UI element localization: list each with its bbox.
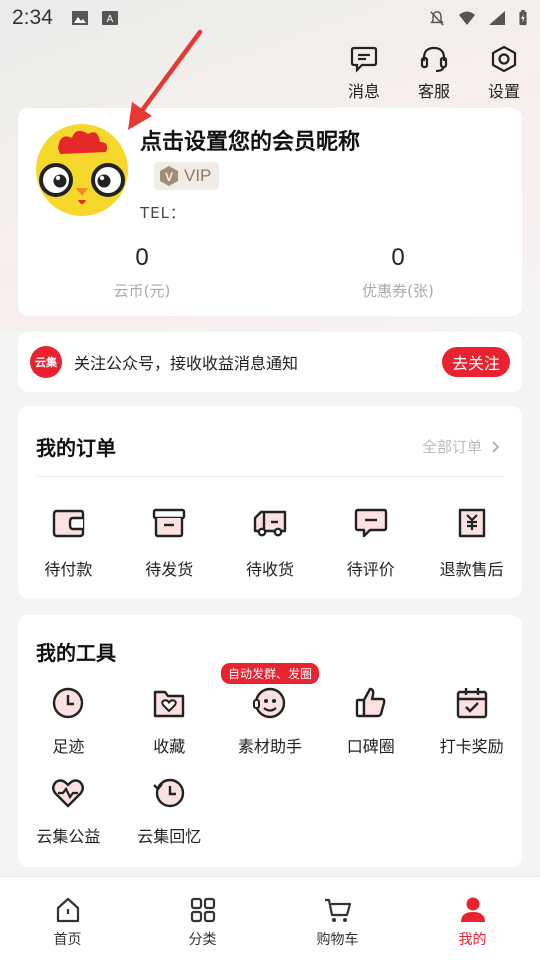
battery-icon	[519, 10, 527, 26]
pending-shipment-button[interactable]: 待发货	[119, 506, 220, 580]
tools-grid: 足迹 收藏 自动发群、发圈 素材助手 口碑圈 打卡奖励 云集公益 云集回忆	[18, 663, 522, 865]
orders-card: 我的订单 全部订单 待付款 待发货 待收货 待评价 退款售后	[18, 406, 522, 598]
home-icon	[56, 897, 79, 923]
favorites-button[interactable]: 收藏	[119, 685, 220, 775]
assistant-icon	[252, 687, 286, 719]
pending-shipment-label: 待发货	[145, 560, 194, 579]
tab-mine[interactable]: 我的	[405, 877, 540, 960]
stats-row: 0 云币(元) 0 优惠券(张)	[18, 244, 522, 301]
messages-label: 消息	[347, 82, 380, 101]
calendar-check-icon	[456, 688, 487, 719]
follow-text: 关注公众号，接收收益消息通知	[74, 354, 299, 373]
favorite-folder-icon	[153, 690, 185, 718]
vip-badge: V VIP	[154, 162, 220, 190]
vip-hexagon-icon: V	[160, 166, 178, 186]
coupon-label: 优惠券(张)	[362, 282, 434, 300]
package-icon	[152, 508, 186, 538]
comment-icon	[354, 508, 387, 538]
tools-title: 我的工具	[36, 641, 116, 665]
coupon-value: 0	[391, 244, 405, 271]
cloud-coin-label: 云币(元)	[113, 282, 171, 300]
settings-button[interactable]: 设置	[478, 44, 530, 102]
cloud-coin-stat[interactable]: 0 云币(元)	[18, 244, 274, 301]
refund-aftersales-label: 退款售后	[439, 560, 504, 579]
tools-card: 我的工具 足迹 收藏 自动发群、发圈 素材助手 口碑圈 打卡奖励 云集公益 云集…	[18, 615, 522, 867]
pending-payment-label: 待付款	[44, 560, 93, 579]
memories-button[interactable]: 云集回忆	[119, 775, 220, 865]
status-time: 2:34	[12, 6, 53, 29]
header-actions: 消息 客服 设置	[338, 44, 530, 102]
tel-label: TEL：	[140, 204, 186, 222]
arrow-annotation	[128, 29, 203, 130]
message-icon	[350, 46, 378, 73]
charity-label: 云集公益	[36, 827, 101, 846]
orders-divider	[36, 476, 504, 477]
vip-label: VIP	[184, 166, 212, 185]
refund-icon	[458, 508, 485, 538]
auto-post-tag: 自动发群、发圈	[220, 663, 319, 684]
truck-icon	[253, 510, 287, 537]
svg-text:A: A	[107, 14, 114, 25]
heart-icon	[52, 779, 85, 808]
all-orders-link[interactable]: 全部订单	[422, 436, 500, 457]
bottom-tab-bar: 首页 分类 购物车 我的	[0, 876, 540, 960]
signal-icon	[489, 11, 505, 25]
chevron-right-icon	[492, 440, 500, 453]
gallery-notification-icon	[71, 11, 88, 25]
order-status-row: 待付款 待发货 待收货 待评价 退款售后	[18, 506, 522, 580]
material-assistant-label: 素材助手	[237, 737, 302, 756]
messages-button[interactable]: 消息	[338, 44, 390, 102]
tab-cart-label: 购物车	[316, 932, 359, 948]
settings-label: 设置	[487, 82, 520, 101]
avatar[interactable]	[36, 124, 128, 216]
follow-banner: 云集 关注公众号，接收收益消息通知 去关注	[18, 332, 522, 392]
tab-home-label: 首页	[53, 932, 82, 948]
memories-label: 云集回忆	[137, 827, 202, 846]
mute-bell-icon	[430, 11, 444, 26]
refund-aftersales-button[interactable]: 退款售后	[421, 506, 522, 580]
tab-mine-label: 我的	[458, 932, 487, 948]
yunji-logo: 云集	[30, 346, 62, 378]
wifi-icon	[459, 11, 475, 25]
tab-cart[interactable]: 购物车	[270, 877, 405, 960]
clock-icon	[53, 687, 84, 719]
checkin-reward-label: 打卡奖励	[439, 737, 504, 756]
tab-home[interactable]: 首页	[0, 877, 135, 960]
favorites-label: 收藏	[153, 737, 186, 756]
thumbs-up-icon	[355, 687, 386, 718]
settings-icon	[491, 45, 517, 73]
orders-title: 我的订单	[36, 436, 116, 460]
checkin-reward-button[interactable]: 打卡奖励	[421, 685, 522, 775]
cart-icon	[324, 898, 351, 922]
charity-button[interactable]: 云集公益	[18, 775, 119, 865]
pending-review-button[interactable]: 待评价	[320, 506, 421, 580]
customer-service-button[interactable]: 客服	[408, 44, 460, 102]
reputation-circle-label: 口碑圈	[346, 737, 395, 756]
coupon-stat[interactable]: 0 优惠券(张)	[274, 244, 522, 301]
wallet-icon	[53, 509, 85, 538]
profile-card: 点击设置您的会员昵称 V VIP TEL： 0 云币(元) 0 优惠券(张)	[18, 108, 522, 316]
cloud-coin-value: 0	[135, 244, 149, 271]
status-bar: 2:34 A	[0, 0, 540, 36]
history-icon	[153, 778, 185, 808]
svg-text:V: V	[165, 170, 173, 184]
headset-icon	[420, 46, 448, 73]
footprint-button[interactable]: 足迹	[18, 685, 119, 775]
follow-button[interactable]: 去关注	[441, 347, 510, 377]
reputation-circle-button[interactable]: 口碑圈	[320, 685, 421, 775]
pending-receipt-button[interactable]: 待收货	[220, 506, 321, 580]
app-notification-icon: A	[101, 11, 118, 25]
customer-service-label: 客服	[417, 82, 450, 101]
footprint-label: 足迹	[52, 737, 85, 756]
category-icon	[190, 897, 215, 923]
tab-category-label: 分类	[188, 932, 217, 948]
pending-payment-button[interactable]: 待付款	[18, 506, 119, 580]
pending-receipt-label: 待收货	[245, 560, 294, 579]
material-assistant-button[interactable]: 自动发群、发圈 素材助手	[220, 663, 321, 775]
pending-review-label: 待评价	[346, 560, 395, 579]
tab-category[interactable]: 分类	[135, 877, 270, 960]
all-orders-label: 全部订单	[421, 438, 482, 456]
profile-icon	[460, 897, 485, 922]
